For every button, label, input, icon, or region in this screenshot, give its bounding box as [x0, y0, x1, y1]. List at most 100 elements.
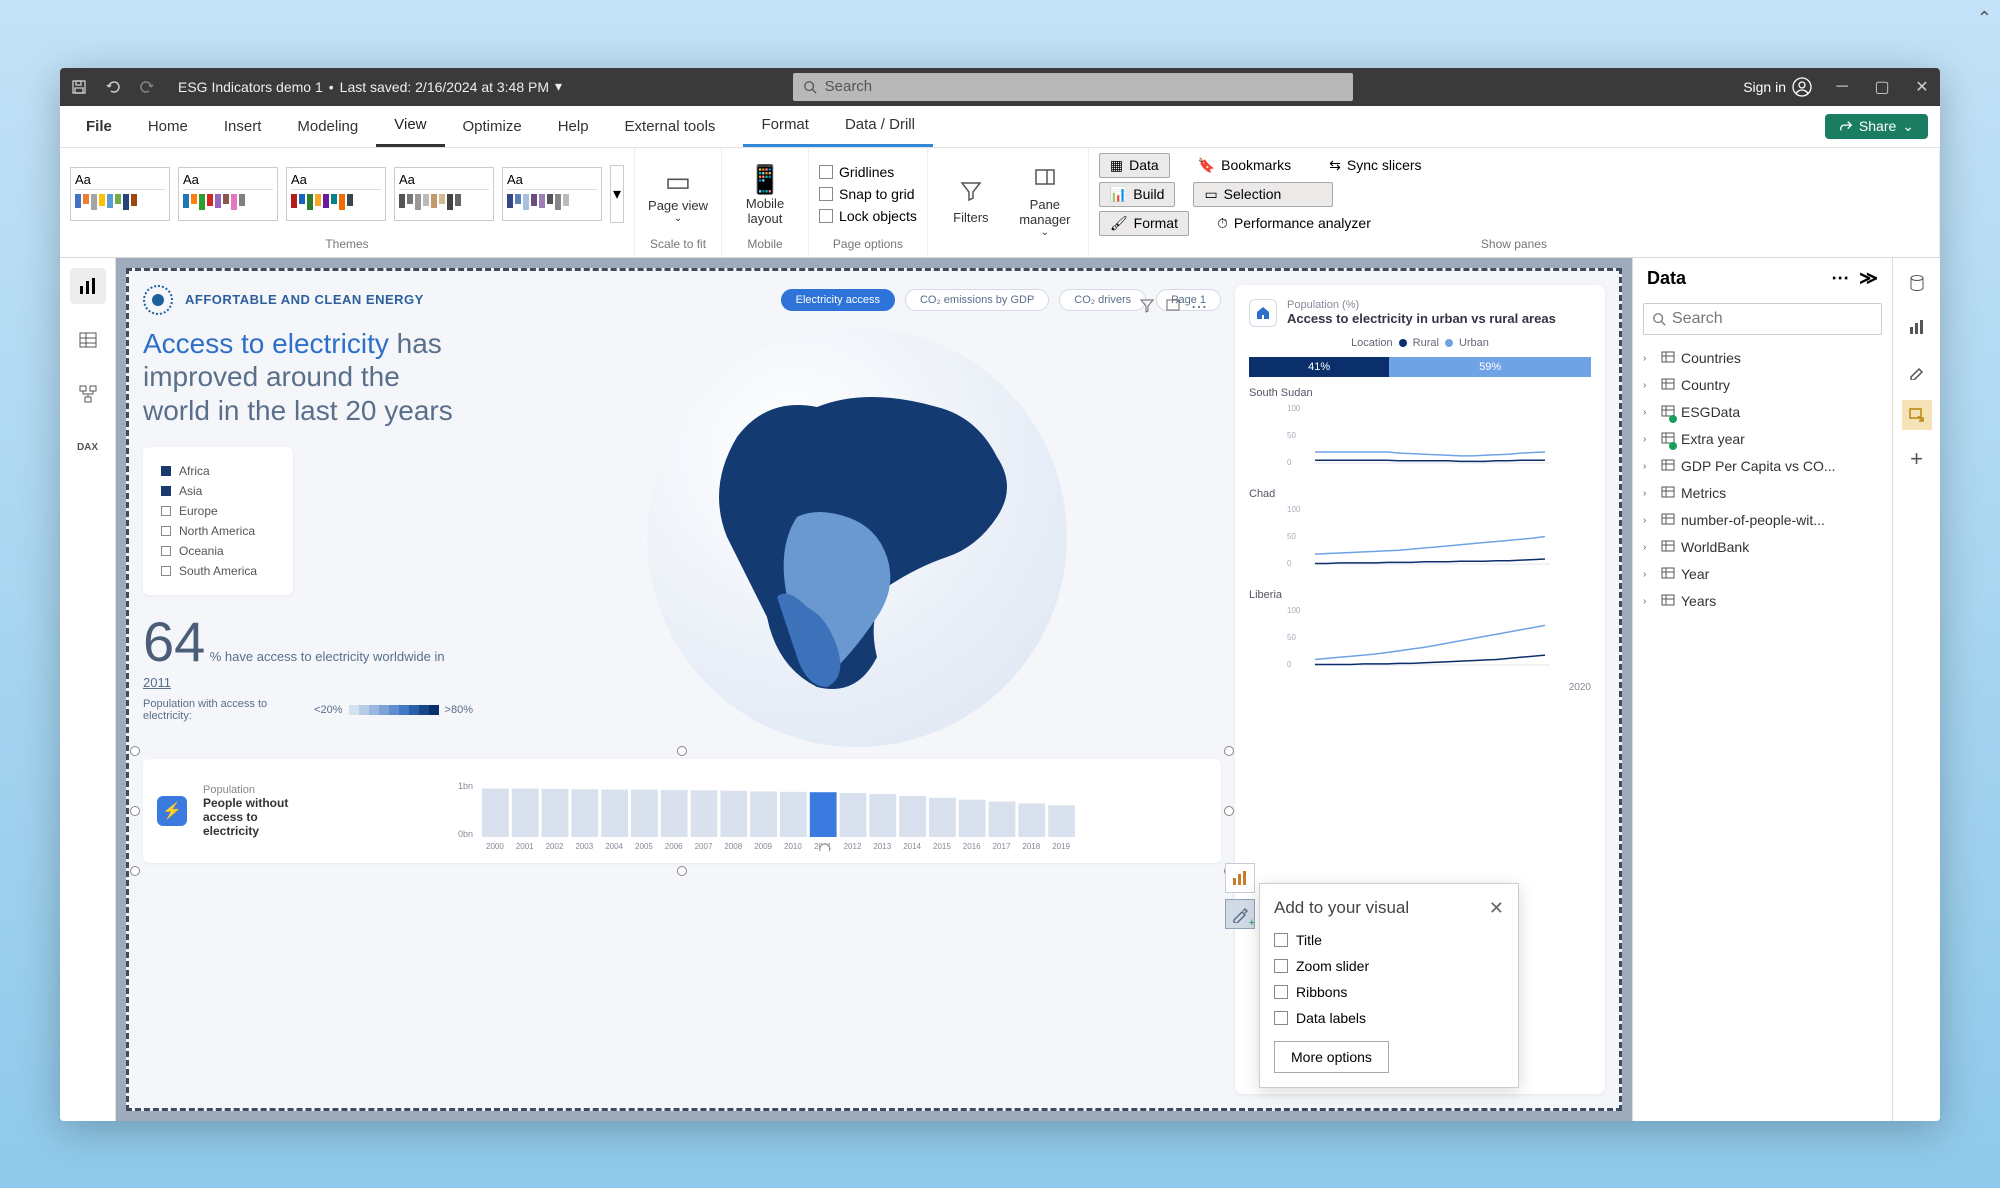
report-view-icon[interactable]: [70, 268, 106, 304]
search-box[interactable]: Search: [793, 73, 1353, 101]
table-row[interactable]: › GDP Per Capita vs CO...: [1641, 453, 1884, 480]
menu-help[interactable]: Help: [540, 106, 607, 147]
table-row[interactable]: › Country: [1641, 372, 1884, 399]
maximize-icon[interactable]: ▢: [1872, 77, 1892, 97]
on-object-build-icon[interactable]: [1225, 863, 1255, 893]
perf-icon: ⏱: [1217, 215, 1228, 232]
rail-format-icon[interactable]: [1902, 356, 1932, 386]
themes-dropdown-icon[interactable]: ▾: [610, 165, 624, 223]
report-header: AFFORTABLE AND CLEAN ENERGY Electricity …: [143, 285, 1221, 315]
menubar: File Home Insert Modeling View Optimize …: [60, 106, 1940, 148]
popup-opt-labels[interactable]: Data labels: [1274, 1005, 1504, 1031]
canvas-area[interactable]: AFFORTABLE AND CLEAN ENERGY Electricity …: [116, 258, 1632, 1121]
pane-manager-button[interactable]: Pane manager ⌄: [1012, 165, 1078, 238]
table-row[interactable]: › Year: [1641, 561, 1884, 588]
pane-sync-button[interactable]: ⇆Sync slicers: [1319, 154, 1431, 177]
rail-data-icon[interactable]: [1902, 268, 1932, 298]
mini-chart-2[interactable]: Liberia 100 50 0: [1249, 589, 1591, 680]
model-view-icon[interactable]: [70, 376, 106, 412]
table-row[interactable]: › WorldBank: [1641, 534, 1884, 561]
rail-add-icon[interactable]: +: [1902, 444, 1932, 474]
theme-swatch-5[interactable]: Aa: [502, 167, 602, 221]
theme-swatch-3[interactable]: Aa: [286, 167, 386, 221]
popup-more-button[interactable]: More options: [1274, 1041, 1389, 1073]
lock-toggle[interactable]: Lock objects: [819, 206, 917, 226]
popup-opt-title[interactable]: Title: [1274, 927, 1504, 953]
visual-more-icon[interactable]: ⋯: [1191, 297, 1207, 318]
popup-opt-ribbons[interactable]: Ribbons: [1274, 979, 1504, 1005]
data-pane-collapse-icon[interactable]: ≫: [1859, 268, 1878, 289]
table-row[interactable]: › number-of-people-wit...: [1641, 507, 1884, 534]
data-search[interactable]: Search: [1643, 303, 1882, 335]
home-icon[interactable]: [1249, 299, 1277, 327]
menu-format[interactable]: Format: [743, 106, 827, 144]
format-icon: 🖌: [1110, 215, 1128, 232]
pane-build-button[interactable]: 📊Build: [1099, 182, 1176, 207]
menu-modeling[interactable]: Modeling: [279, 106, 376, 147]
mobile-layout-button[interactable]: 📱 Mobile layout: [732, 163, 798, 226]
dax-view-icon[interactable]: DAX: [70, 430, 106, 466]
minimize-icon[interactable]: ─: [1832, 77, 1852, 97]
world-map[interactable]: ⋯: [493, 327, 1221, 747]
snap-toggle[interactable]: Snap to grid: [819, 184, 915, 204]
table-icon: [1661, 377, 1675, 394]
pane-data-button[interactable]: ▦Data: [1099, 153, 1170, 178]
mini-chart-0[interactable]: South Sudan 100 50 0: [1249, 387, 1591, 478]
svg-text:2006: 2006: [665, 842, 683, 851]
menu-view[interactable]: View: [376, 106, 444, 147]
rail-selection-icon[interactable]: [1902, 400, 1932, 430]
menu-external-tools[interactable]: External tools: [607, 106, 734, 147]
close-icon[interactable]: ✕: [1912, 77, 1932, 97]
pill-co2-gdp[interactable]: CO₂ emissions by GDP: [905, 289, 1049, 311]
selected-bar-visual[interactable]: ⚡ Population People without access to el…: [143, 759, 1221, 863]
ribbon: Aa Aa Aa Aa Aa ▾ Themes ▭ Page view ⌄ Sc…: [60, 148, 1940, 258]
stacked-bar[interactable]: 41% 59%: [1249, 357, 1591, 377]
gridlines-toggle[interactable]: Gridlines: [819, 162, 894, 182]
pill-electricity[interactable]: Electricity access: [781, 289, 895, 311]
table-row[interactable]: › Countries: [1641, 345, 1884, 372]
on-object-format-icon[interactable]: +: [1225, 899, 1255, 929]
signin-button[interactable]: Sign in: [1743, 77, 1812, 97]
menu-optimize[interactable]: Optimize: [445, 106, 540, 147]
svg-text:2002: 2002: [546, 842, 564, 851]
redo-icon[interactable]: [136, 76, 158, 98]
share-button[interactable]: Share ⌄: [1825, 114, 1928, 139]
pane-bookmarks-button[interactable]: 🔖Bookmarks: [1188, 154, 1301, 177]
pill-co2-drivers[interactable]: CO₂ drivers: [1059, 289, 1146, 311]
region-legend[interactable]: Africa Asia Europe North America Oceania…: [143, 447, 293, 595]
page-view-icon: ▭: [665, 165, 691, 198]
visual-focus-icon[interactable]: [1165, 297, 1181, 318]
table-row[interactable]: › Metrics: [1641, 480, 1884, 507]
pane-selection-button[interactable]: ▭Selection: [1193, 182, 1333, 207]
svg-text:2007: 2007: [695, 842, 713, 851]
popup-opt-zoom[interactable]: Zoom slider: [1274, 953, 1504, 979]
undo-icon[interactable]: [102, 76, 124, 98]
page-view-button[interactable]: ▭ Page view ⌄: [645, 165, 711, 224]
theme-swatch-1[interactable]: Aa: [70, 167, 170, 221]
table-row[interactable]: › Years: [1641, 588, 1884, 615]
theme-swatch-4[interactable]: Aa: [394, 167, 494, 221]
visual-filter-icon[interactable]: [1139, 297, 1155, 318]
data-pane-more-icon[interactable]: ⋯: [1831, 268, 1849, 289]
table-row[interactable]: › Extra year: [1641, 426, 1884, 453]
rail-build-icon[interactable]: [1902, 312, 1932, 342]
filters-button[interactable]: Filters: [938, 178, 1004, 225]
table-row[interactable]: › ESGData: [1641, 399, 1884, 426]
pane-format-button[interactable]: 🖌Format: [1099, 211, 1189, 236]
mobile-icon: 📱: [748, 163, 783, 196]
pane-perf-button[interactable]: ⏱Performance analyzer: [1207, 212, 1381, 235]
mini-chart-1[interactable]: Chad 100 50 0: [1249, 488, 1591, 579]
svg-text:2015: 2015: [933, 842, 951, 851]
theme-swatch-2[interactable]: Aa: [178, 167, 278, 221]
menu-data-drill[interactable]: Data / Drill: [827, 106, 933, 144]
svg-text:100: 100: [1287, 606, 1301, 615]
title-dropdown-icon[interactable]: ▾: [555, 78, 562, 95]
menu-home[interactable]: Home: [130, 106, 206, 147]
share-icon: [1839, 119, 1853, 133]
save-icon[interactable]: [68, 76, 90, 98]
popup-close-icon[interactable]: ✕: [1489, 898, 1504, 919]
menu-insert[interactable]: Insert: [206, 106, 280, 147]
sync-icon: ⇆: [1329, 157, 1341, 174]
menu-file[interactable]: File: [68, 106, 130, 147]
table-view-icon[interactable]: [70, 322, 106, 358]
